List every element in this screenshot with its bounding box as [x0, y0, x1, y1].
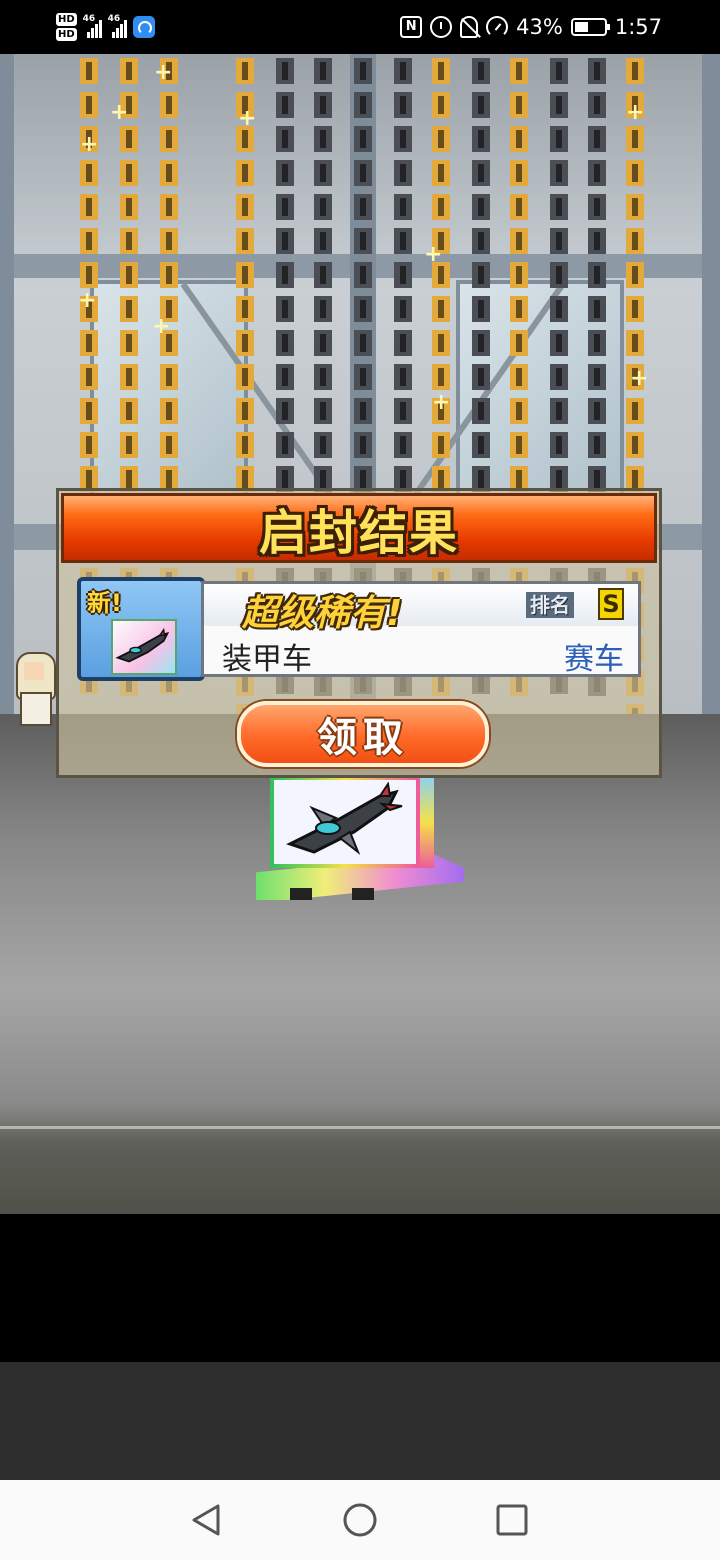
sparkle-icon: + — [626, 100, 645, 125]
status-bar: HD HD 46 46 N 43% 1:57 — [0, 0, 720, 54]
signal-icon-1: 46 — [82, 14, 102, 38]
clock: 1:57 — [614, 15, 662, 39]
status-left: HD HD 46 46 — [56, 8, 155, 46]
hd-badge-1: HD — [56, 13, 77, 26]
dialog-title: 启封结果 — [258, 505, 459, 561]
floor-line — [0, 1126, 720, 1129]
speed-icon — [486, 16, 509, 38]
wall-pillar-right — [702, 54, 720, 714]
vehicle-rack — [256, 776, 466, 906]
sparkle-icon: + — [154, 60, 173, 85]
character-sprite[interactable] — [14, 652, 56, 726]
character-body — [20, 692, 52, 726]
sparkle-icon: + — [152, 314, 171, 339]
network-type-1: 46 — [82, 14, 96, 24]
network-type-2: 46 — [107, 14, 121, 24]
item-thumbnail: 新! — [77, 577, 205, 681]
hd-indicators: HD HD — [56, 13, 77, 41]
jet-thumbnail-icon — [115, 627, 170, 663]
jet-vehicle-icon — [286, 782, 403, 856]
home-icon[interactable] — [342, 1502, 378, 1538]
claim-button-label: 领取 — [317, 715, 409, 761]
navigation-bar — [0, 1480, 720, 1560]
item-category: 赛车 — [564, 642, 624, 677]
claim-button[interactable]: 领取 — [237, 701, 489, 767]
sparkle-icon: + — [238, 106, 257, 131]
letterbox-area — [0, 1214, 720, 1362]
battery-icon — [570, 18, 610, 36]
status-right: N 43% 1:57 — [400, 12, 662, 42]
sparkle-icon: + — [80, 132, 99, 157]
alarm-icon — [430, 16, 453, 38]
sparkle-icon: + — [630, 366, 649, 391]
character-face — [24, 662, 44, 680]
item-card[interactable]: 新! 超级稀有! 排名 S 装甲车 赛车 — [77, 577, 645, 681]
hd-badge-2: HD — [56, 28, 77, 41]
dialog-title-bar: 启封结果 — [61, 493, 657, 563]
sparkle-icon: + — [424, 242, 443, 267]
item-name: 装甲车 — [222, 642, 312, 677]
back-icon[interactable] — [188, 1502, 224, 1538]
sparkle-icon: + — [78, 288, 97, 313]
game-scene[interactable]: + + + + + + + + + + 启封结果 新! 超级稀有! 排名 S 装… — [0, 54, 720, 1214]
rank-value: S — [598, 588, 624, 620]
recent-apps-icon[interactable] — [494, 1502, 530, 1538]
new-badge: 新! — [87, 589, 122, 617]
rack-foot — [352, 888, 374, 900]
ad-banner-area — [0, 1362, 720, 1480]
signal-icon-2: 46 — [107, 14, 127, 38]
rack-foot — [290, 888, 312, 900]
result-dialog: 启封结果 新! 超级稀有! 排名 S 装甲车 赛车 领取 — [56, 488, 662, 778]
mute-bell-icon — [460, 16, 479, 38]
rarity-label: 超级稀有! — [242, 593, 403, 634]
app-notification-icon — [132, 16, 155, 38]
battery-percent: 43% — [516, 15, 563, 39]
sparkle-icon: + — [110, 100, 129, 125]
sparkle-icon: + — [432, 390, 451, 415]
item-box — [111, 619, 177, 675]
wall-pillar-left — [0, 54, 14, 714]
nfc-icon: N — [400, 16, 423, 38]
item-info-panel: 超级稀有! 排名 S 装甲车 赛车 — [201, 581, 641, 677]
rank-label: 排名 — [526, 592, 574, 618]
